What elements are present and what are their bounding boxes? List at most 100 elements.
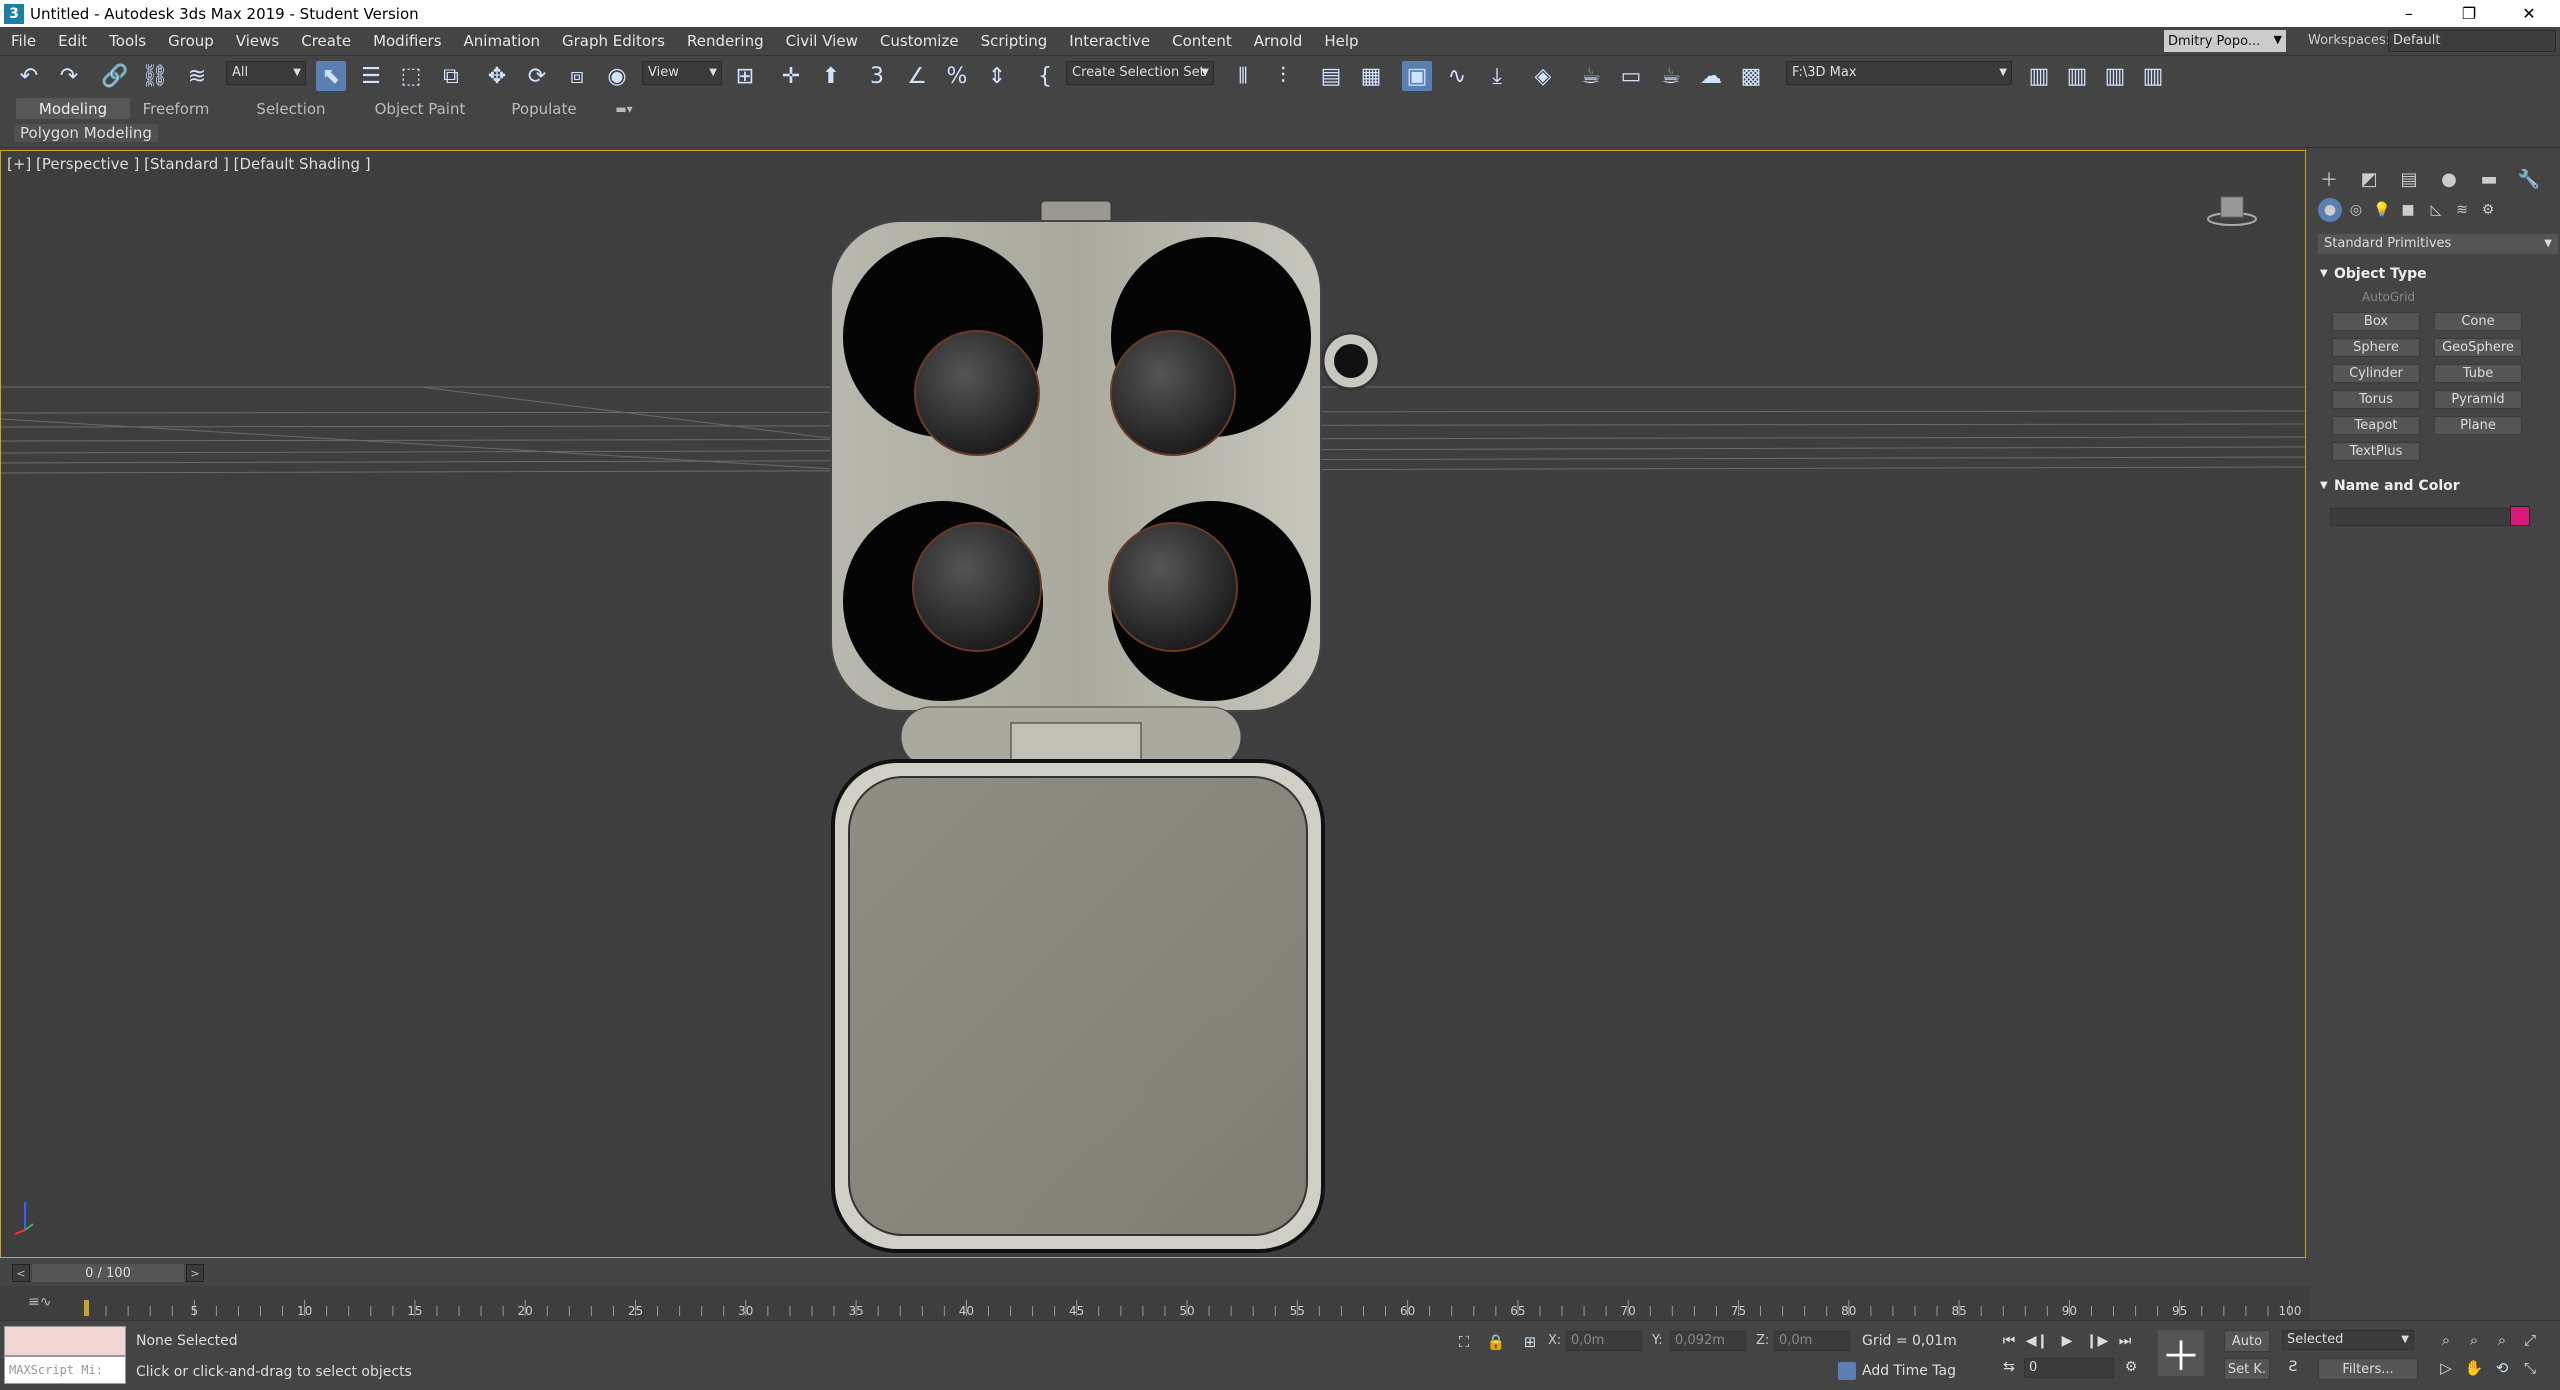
move-icon[interactable]: ✥	[482, 61, 512, 91]
cone-button[interactable]: Cone	[2434, 312, 2522, 331]
tube-button[interactable]: Tube	[2434, 364, 2522, 383]
pyramid-button[interactable]: Pyramid	[2434, 390, 2522, 409]
sphere-button[interactable]: Sphere	[2332, 338, 2420, 357]
auto-key-button[interactable]: Auto	[2224, 1330, 2270, 1352]
pivot-center-icon[interactable]: ⊞	[730, 61, 760, 91]
select-object-icon[interactable]: ⬉	[316, 61, 346, 91]
menu-help[interactable]: Help	[1313, 32, 1369, 50]
selection-lock-icon[interactable]: 🔒	[1484, 1330, 1508, 1354]
menu-customize[interactable]: Customize	[869, 32, 970, 50]
menu-content[interactable]: Content	[1161, 32, 1243, 50]
reference-coordinate-dropdown[interactable]: View ▼	[642, 61, 722, 85]
current-frame-marker[interactable]	[84, 1300, 89, 1316]
render-setup-icon[interactable]: ☕	[1576, 61, 1606, 91]
geometry-icon[interactable]: ●	[2318, 198, 2342, 222]
workspace-dropdown[interactable]: Default	[2388, 30, 2556, 52]
object-color-swatch[interactable]	[2510, 506, 2530, 526]
menu-create[interactable]: Create	[290, 32, 362, 50]
space-warps-icon[interactable]: ≋	[2450, 198, 2474, 222]
menu-civil-view[interactable]: Civil View	[775, 32, 869, 50]
field-of-view-icon[interactable]: ▷	[2434, 1356, 2458, 1380]
maximize-viewport-icon[interactable]: ⤡	[2518, 1356, 2542, 1380]
menu-modifiers[interactable]: Modifiers	[362, 32, 452, 50]
utilities-tab-icon[interactable]: 🔧	[2516, 166, 2542, 192]
primitive-category-dropdown[interactable]: Standard Primitives ▼	[2318, 234, 2558, 254]
named-selection-set-dropdown[interactable]: Create Selection Set ▼	[1066, 61, 1214, 85]
schematic-view-icon[interactable]: ⤓	[1482, 61, 1512, 91]
key-mode-toggle-icon[interactable]: ⇆	[1996, 1356, 2022, 1378]
spinner-snap-icon[interactable]: ⇕	[982, 61, 1012, 91]
place-icon[interactable]: ◉	[602, 61, 632, 91]
systems-icon[interactable]: ⚙	[2476, 198, 2500, 222]
render-in-cloud-icon[interactable]: ☁	[1696, 61, 1726, 91]
orbit-icon[interactable]: ⟲	[2490, 1356, 2514, 1380]
hierarchy-tab-icon[interactable]: ▤	[2396, 166, 2422, 192]
lights-icon[interactable]: 💡	[2370, 198, 2394, 222]
percent-snap-icon[interactable]: %	[942, 61, 972, 91]
tab-modeling[interactable]: Modeling	[16, 98, 130, 119]
undo-icon[interactable]: ↶	[14, 61, 44, 91]
bind-space-warp-icon[interactable]: ≋	[182, 61, 212, 91]
name-and-color-rollout[interactable]: ▼ Name and Color	[2318, 476, 2558, 496]
maxscript-listener[interactable]: MAXScript Mi:	[4, 1326, 126, 1386]
zoom-extents-icon[interactable]: ⌕	[2490, 1328, 2514, 1352]
menu-graph-editors[interactable]: Graph Editors	[551, 32, 676, 50]
zoom-extents-all-icon[interactable]: ⤢	[2518, 1328, 2542, 1352]
select-by-name-icon[interactable]: ☰	[356, 61, 386, 91]
menu-scripting[interactable]: Scripting	[970, 32, 1059, 50]
x-coordinate-input[interactable]: 0,0m	[1566, 1331, 1642, 1351]
window-crossing-icon[interactable]: ⧉	[436, 61, 466, 91]
modify-tab-icon[interactable]: ◩	[2356, 166, 2382, 192]
time-slider-thumb[interactable]: 0 / 100	[32, 1264, 184, 1282]
current-frame-input[interactable]: 0	[2024, 1358, 2114, 1378]
time-configuration-icon[interactable]: ⚙	[2118, 1356, 2144, 1378]
add-time-tag-button[interactable]: Add Time Tag	[1838, 1362, 1956, 1380]
torus-button[interactable]: Torus	[2332, 390, 2420, 409]
zoom-all-icon[interactable]: ⌕	[2462, 1328, 2486, 1352]
tab-object-paint[interactable]: Object Paint	[370, 98, 470, 119]
object-name-input[interactable]	[2330, 508, 2520, 526]
curve-editor-icon[interactable]: ∿	[1442, 61, 1472, 91]
geosphere-button[interactable]: GeoSphere	[2434, 338, 2522, 357]
menu-file[interactable]: File	[0, 32, 47, 50]
set-key-button[interactable]: Set K.	[2224, 1358, 2270, 1380]
redo-icon[interactable]: ↷	[54, 61, 84, 91]
key-filters-icon[interactable]: Ƨ	[2280, 1356, 2306, 1378]
time-slider-prev-button[interactable]: <	[12, 1264, 30, 1282]
scale-icon[interactable]: ⧈	[562, 61, 592, 91]
project-folder-icon[interactable]: ▥	[2024, 61, 2054, 91]
perspective-viewport[interactable]: [+] [Perspective ] [Standard ] [Default …	[0, 150, 2306, 1258]
tab-populate[interactable]: Populate	[506, 98, 582, 119]
project-open-icon[interactable]: ▥	[2100, 61, 2130, 91]
time-slider-next-button[interactable]: >	[186, 1264, 204, 1282]
go-to-start-icon[interactable]: ⏮	[1996, 1330, 2022, 1352]
menu-animation[interactable]: Animation	[453, 32, 551, 50]
keyboard-shortcut-override-icon[interactable]: ⬆	[816, 61, 846, 91]
edit-named-selection-icon[interactable]: {	[1030, 61, 1060, 91]
layer-explorer-icon[interactable]: ▦	[1356, 61, 1386, 91]
minimize-button[interactable]: –	[2380, 0, 2438, 27]
link-icon[interactable]: 🔗	[100, 61, 130, 91]
toggle-ribbon-icon[interactable]: ▣	[1402, 61, 1432, 91]
render-production-icon[interactable]: ☕	[1656, 61, 1686, 91]
menu-views[interactable]: Views	[225, 32, 290, 50]
selection-filter-dropdown[interactable]: All ▼	[226, 61, 306, 85]
viewport-label-menu[interactable]: [+] [Perspective ] [Standard ] [Default …	[7, 155, 371, 173]
tab-freeform[interactable]: Freeform	[134, 98, 218, 119]
isolate-selection-icon[interactable]: ⛶	[1452, 1330, 1476, 1354]
y-coordinate-input[interactable]: 0,092m	[1670, 1331, 1746, 1351]
select-manipulate-icon[interactable]: ✛	[776, 61, 806, 91]
play-icon[interactable]: ▶	[2054, 1330, 2080, 1352]
curve-editor-mini-icon[interactable]: ≡∿	[28, 1294, 51, 1310]
maximize-button[interactable]: ❐	[2440, 0, 2498, 27]
unlink-icon[interactable]: ⛓	[140, 61, 170, 91]
textplus-button[interactable]: TextPlus	[2332, 442, 2420, 461]
absolute-mode-icon[interactable]: ⊞	[1518, 1330, 1542, 1354]
set-keys-plus-icon[interactable]: ＋	[2158, 1330, 2204, 1380]
key-selection-set-dropdown[interactable]: Selected ▼	[2282, 1330, 2414, 1350]
mirror-icon[interactable]: ⫴	[1228, 61, 1258, 91]
menu-tools[interactable]: Tools	[98, 32, 157, 50]
motion-tab-icon[interactable]: ●	[2436, 166, 2462, 192]
shapes-icon[interactable]: ◎	[2344, 198, 2368, 222]
user-account-dropdown[interactable]: Dmitry Popo... ▼	[2164, 30, 2286, 52]
